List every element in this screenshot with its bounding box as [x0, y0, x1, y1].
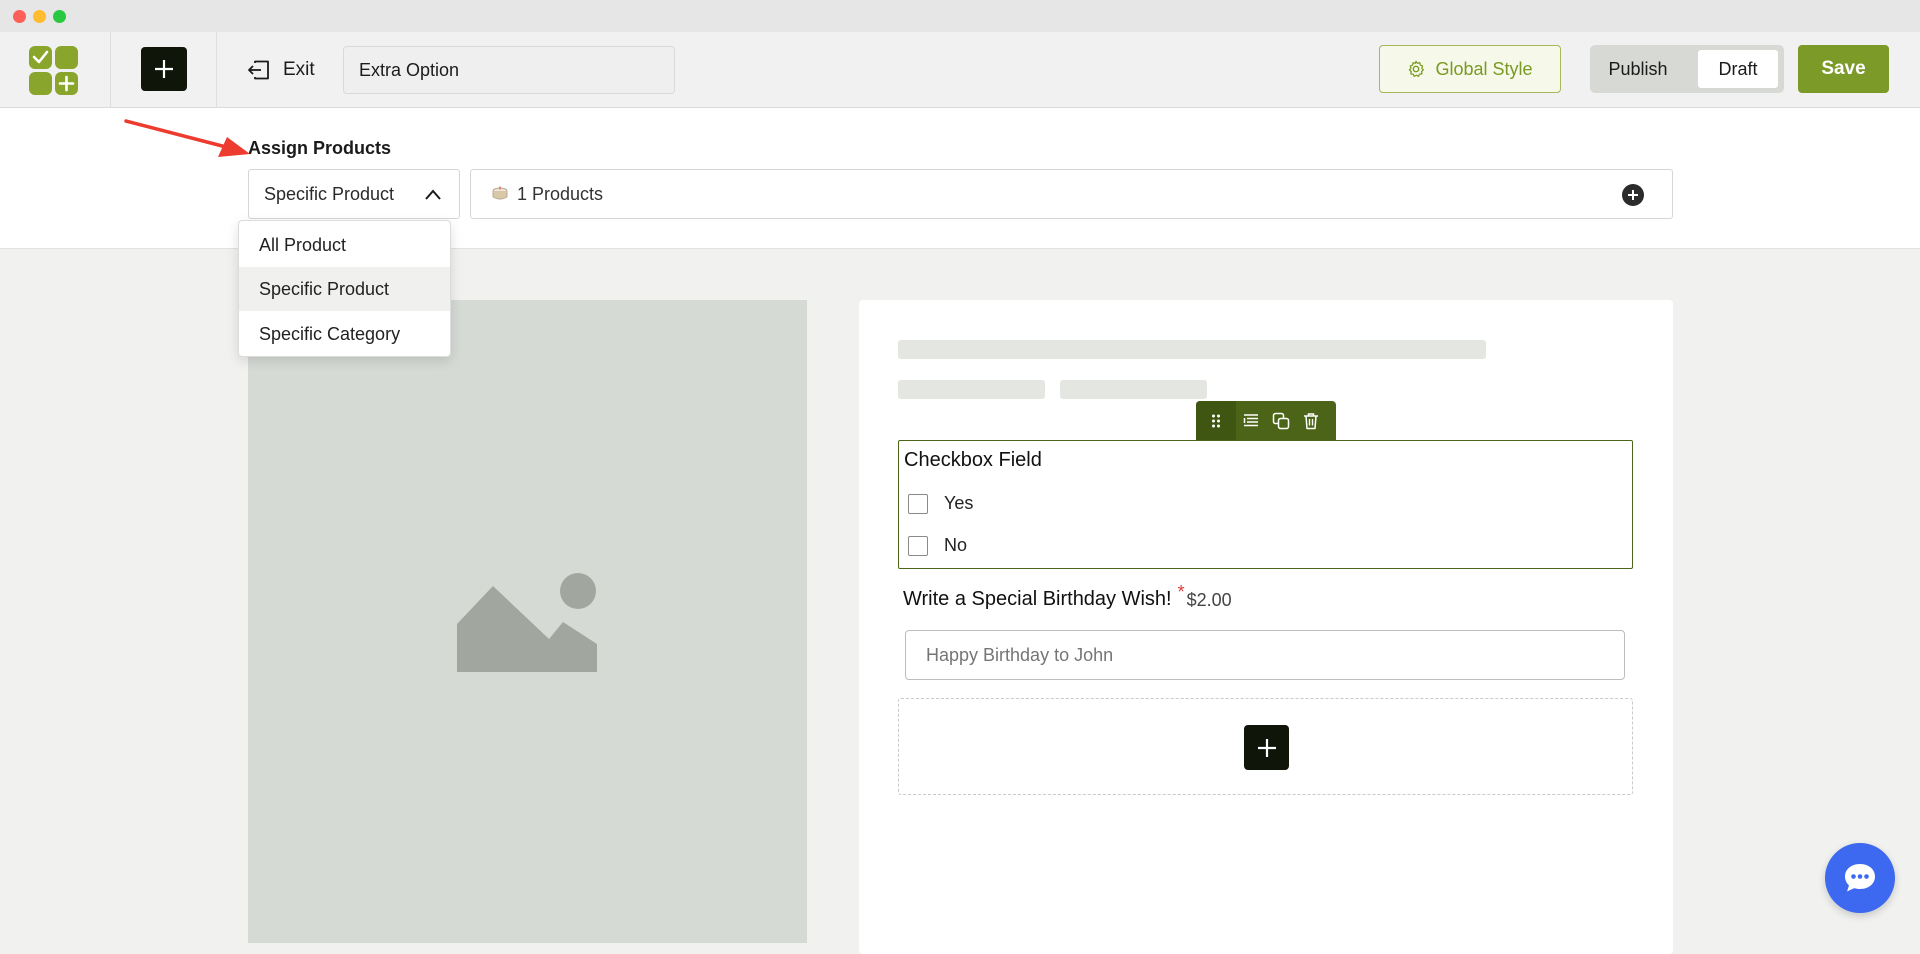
- wish-field-title: Write a Special Birthday Wish!: [903, 588, 1172, 610]
- trash-icon[interactable]: [1296, 401, 1326, 441]
- checkbox-field-title: Checkbox Field: [904, 449, 1042, 471]
- option-title-input[interactable]: [343, 46, 675, 94]
- publish-draft-toggle: Publish Draft: [1590, 45, 1784, 93]
- products-selector[interactable]: 1 Products: [470, 169, 1673, 219]
- assign-type-select[interactable]: Specific Product: [248, 169, 460, 219]
- chevron-up-icon: [425, 189, 441, 200]
- assign-products-label: Assign Products: [248, 138, 392, 158]
- publish-button[interactable]: Publish: [1596, 50, 1680, 88]
- products-summary: 1 Products: [517, 183, 604, 204]
- chat-support-button[interactable]: [1825, 843, 1895, 913]
- add-field-dropzone: [898, 698, 1633, 795]
- exit-icon: [248, 60, 269, 80]
- checkbox-option-no[interactable]: No: [908, 535, 967, 556]
- drag-handle-icon[interactable]: [1196, 401, 1236, 441]
- annotation-arrow: [124, 119, 250, 157]
- wish-field-label: Write a Special Birthday Wish! * $2.00: [903, 582, 1232, 611]
- plus-icon: [1257, 738, 1276, 757]
- draft-button[interactable]: Draft: [1698, 50, 1778, 88]
- required-marker: *: [1177, 582, 1185, 602]
- global-style-label: Global Style: [1435, 58, 1533, 79]
- window-titlebar: [0, 0, 1920, 32]
- checkbox-option-label: No: [944, 535, 968, 555]
- toolbar-divider: [216, 32, 217, 108]
- checklist-logo-icon: [29, 46, 79, 96]
- field-actions-toolbar: [1196, 401, 1336, 441]
- add-element-button[interactable]: [141, 47, 187, 91]
- wish-text-input[interactable]: [905, 630, 1625, 680]
- checkbox-field-block[interactable]: Checkbox Field Yes No: [898, 440, 1633, 569]
- save-button[interactable]: Save: [1798, 45, 1889, 93]
- exit-button[interactable]: Exit: [247, 52, 315, 88]
- gear-icon: [1409, 60, 1425, 78]
- window-maximize-button[interactable]: [53, 10, 66, 23]
- plus-circle-icon[interactable]: [1622, 184, 1644, 206]
- dropdown-option-all-product[interactable]: All Product: [239, 223, 450, 267]
- wish-field-price: $2.00: [1186, 590, 1232, 610]
- checkbox-option-yes[interactable]: Yes: [908, 493, 973, 514]
- assign-type-value: Specific Product: [264, 183, 395, 204]
- exit-label: Exit: [283, 59, 315, 80]
- window-minimize-button[interactable]: [33, 10, 46, 23]
- chat-bubble-icon: [1845, 864, 1875, 892]
- dropdown-option-specific-product[interactable]: Specific Product: [239, 267, 450, 311]
- duplicate-icon[interactable]: [1266, 401, 1296, 441]
- top-toolbar: Exit Global Style Publish Draft Save: [0, 32, 1920, 108]
- plus-icon: [155, 60, 173, 78]
- toolbar-divider: [110, 32, 111, 108]
- add-field-button[interactable]: [1244, 725, 1289, 770]
- checkbox-input[interactable]: [908, 493, 928, 514]
- checkbox-input[interactable]: [908, 535, 928, 556]
- skeleton-title: [898, 340, 1486, 359]
- settings-list-icon[interactable]: [1236, 401, 1266, 441]
- skeleton-line: [898, 380, 1045, 399]
- checkbox-option-label: Yes: [944, 493, 974, 513]
- cake-icon: [492, 186, 508, 200]
- dropdown-option-specific-category[interactable]: Specific Category: [239, 312, 450, 356]
- window-close-button[interactable]: [13, 10, 26, 23]
- skeleton-line: [1060, 380, 1207, 399]
- assign-type-dropdown: All Product Specific Product Specific Ca…: [238, 220, 451, 357]
- global-style-button[interactable]: Global Style: [1379, 45, 1561, 93]
- image-placeholder-icon: [457, 573, 597, 672]
